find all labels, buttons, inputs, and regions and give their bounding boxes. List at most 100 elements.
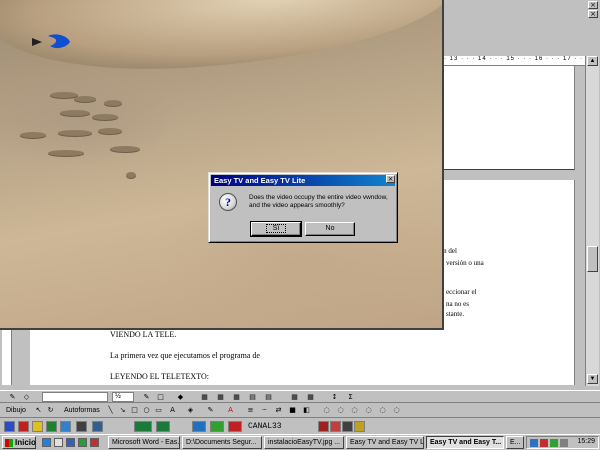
line-color-icon[interactable]: ✎	[142, 393, 151, 402]
line-style-select[interactable]	[42, 392, 108, 402]
rectangle-icon[interactable]: □	[130, 406, 139, 415]
app-icon[interactable]	[78, 438, 87, 447]
task-other[interactable]: E...	[506, 436, 524, 449]
quick-toolbar: CANAL33	[0, 419, 600, 434]
table-icon[interactable]: ▦	[216, 393, 225, 402]
speaker-icon[interactable]	[192, 421, 206, 432]
shape-icon[interactable]: ◌	[392, 406, 401, 415]
task-explorer[interactable]: D:\Documents Segur...	[182, 436, 262, 449]
scroll-thumb[interactable]	[587, 246, 598, 272]
borders-icon[interactable]: □	[156, 393, 165, 402]
doc-line: eccionar el	[446, 288, 477, 296]
video-frame-seal	[74, 96, 96, 102]
shape-icon[interactable]: ◌	[378, 406, 387, 415]
shape-icon[interactable]: ◌	[364, 406, 373, 415]
close-document-icon[interactable]: ×	[588, 10, 598, 18]
task-word[interactable]: Microsoft Word - Eas...	[108, 436, 180, 449]
tray-icon[interactable]	[530, 439, 538, 447]
align-icon[interactable]: ▤	[248, 393, 257, 402]
app-icon[interactable]	[354, 421, 365, 432]
task-easytv-active[interactable]: Easy TV and Easy T...	[426, 436, 504, 449]
line-style-icon[interactable]: ≡	[246, 406, 255, 415]
task-easytv[interactable]: Easy TV and Easy TV Lit...	[346, 436, 424, 449]
monitor-icon[interactable]	[76, 421, 87, 432]
level-icon[interactable]	[210, 421, 224, 432]
record-icon[interactable]	[318, 421, 329, 432]
zoom-select[interactable]: ½	[112, 392, 134, 402]
level-icon[interactable]	[228, 421, 242, 432]
tray-icon[interactable]	[540, 439, 548, 447]
scroll-down-icon[interactable]: ▼	[587, 374, 598, 384]
draw-menu[interactable]: Dibujo	[6, 407, 26, 414]
taskbar: Inicio Microsoft Word - Eas... D:\Docume…	[0, 434, 600, 450]
vertical-ruler	[2, 330, 12, 385]
sum-icon[interactable]: Σ	[346, 393, 355, 402]
table-icon[interactable]: ▦	[200, 393, 209, 402]
app-icon[interactable]	[156, 421, 170, 432]
doc-line: stante.	[446, 310, 465, 318]
vertical-scrollbar[interactable]: ▲ ▼	[585, 56, 599, 386]
line-color-icon[interactable]: ✎	[206, 406, 215, 415]
arrow-icon[interactable]: ↘	[118, 406, 127, 415]
font-color-icon[interactable]: A	[226, 406, 235, 415]
channel-logo-icon	[32, 34, 70, 49]
tray-icon[interactable]	[550, 439, 558, 447]
oval-icon[interactable]: ○	[142, 406, 151, 415]
app-icon[interactable]	[60, 421, 71, 432]
app-icon[interactable]	[4, 421, 15, 432]
app-icon[interactable]	[330, 421, 341, 432]
sort-icon[interactable]: ↕	[330, 393, 339, 402]
start-button[interactable]: Inicio	[2, 436, 36, 449]
grid-icon[interactable]: ▦	[290, 393, 299, 402]
help-icon[interactable]	[18, 421, 29, 432]
doc-line: La primera vez que ejecutamos el program…	[110, 351, 260, 360]
close-icon[interactable]: ×	[588, 1, 598, 9]
video-frame-seal	[104, 100, 122, 106]
ie-icon[interactable]	[42, 438, 51, 447]
app-icon[interactable]	[90, 438, 99, 447]
shape-icon[interactable]: ◌	[336, 406, 345, 415]
fill-color-icon[interactable]: ◈	[186, 406, 195, 415]
eraser-icon[interactable]: ◇	[22, 393, 31, 402]
3d-icon[interactable]: ◧	[302, 406, 311, 415]
arrow-style-icon[interactable]: ⇄	[274, 406, 283, 415]
grid-icon[interactable]: ▦	[306, 393, 315, 402]
app-icon[interactable]	[92, 421, 103, 432]
yes-button-label: Sí	[265, 224, 287, 233]
video-frame-seal	[98, 128, 122, 134]
desktop-icon[interactable]	[54, 438, 63, 447]
app-icon[interactable]	[134, 421, 152, 432]
speaker-icon[interactable]	[560, 439, 568, 447]
pointer-icon[interactable]: ↖	[34, 406, 43, 415]
task-image[interactable]: instalacioEasyTV.jpg ...	[264, 436, 344, 449]
dialog-title: Easy TV and Easy TV Lite	[211, 175, 395, 186]
shading-icon[interactable]: ◆	[176, 393, 185, 402]
close-icon[interactable]: ×	[386, 175, 395, 183]
yes-button[interactable]: Sí	[250, 221, 302, 237]
scroll-up-icon[interactable]: ▲	[587, 56, 598, 66]
wordart-icon[interactable]: A	[168, 406, 177, 415]
textbox-icon[interactable]: ▭	[154, 406, 163, 415]
autoshapes-menu[interactable]: Autoformas	[64, 407, 100, 414]
dash-style-icon[interactable]: ┄	[260, 406, 269, 415]
app-icon[interactable]	[342, 421, 353, 432]
rotate-icon[interactable]: ↻	[46, 406, 55, 415]
table-icon[interactable]: ▦	[232, 393, 241, 402]
windows-flag-icon	[5, 439, 13, 447]
formatting-toolbar: ✎ ◇ ½ ✎ □ ◆ ▦ ▦ ▦ ▤ ▤ ▦ ▦ ↕ Σ	[0, 390, 600, 403]
outlook-icon[interactable]	[66, 438, 75, 447]
app-icon[interactable]	[32, 421, 43, 432]
align-icon[interactable]: ▤	[264, 393, 273, 402]
line-icon[interactable]: ╲	[106, 406, 115, 415]
video-frame-seal	[92, 114, 118, 120]
shape-icon[interactable]: ◌	[350, 406, 359, 415]
video-frame-seal	[110, 146, 140, 152]
shadow-icon[interactable]: ■	[288, 406, 297, 415]
video-window[interactable]	[0, 0, 444, 330]
no-button[interactable]: No	[305, 222, 355, 236]
app-icon[interactable]	[46, 421, 57, 432]
pencil-icon[interactable]: ✎	[8, 393, 17, 402]
shape-icon[interactable]: ◌	[322, 406, 331, 415]
channel-label: CANAL33	[248, 422, 282, 431]
document-page-upper[interactable]	[444, 66, 575, 170]
